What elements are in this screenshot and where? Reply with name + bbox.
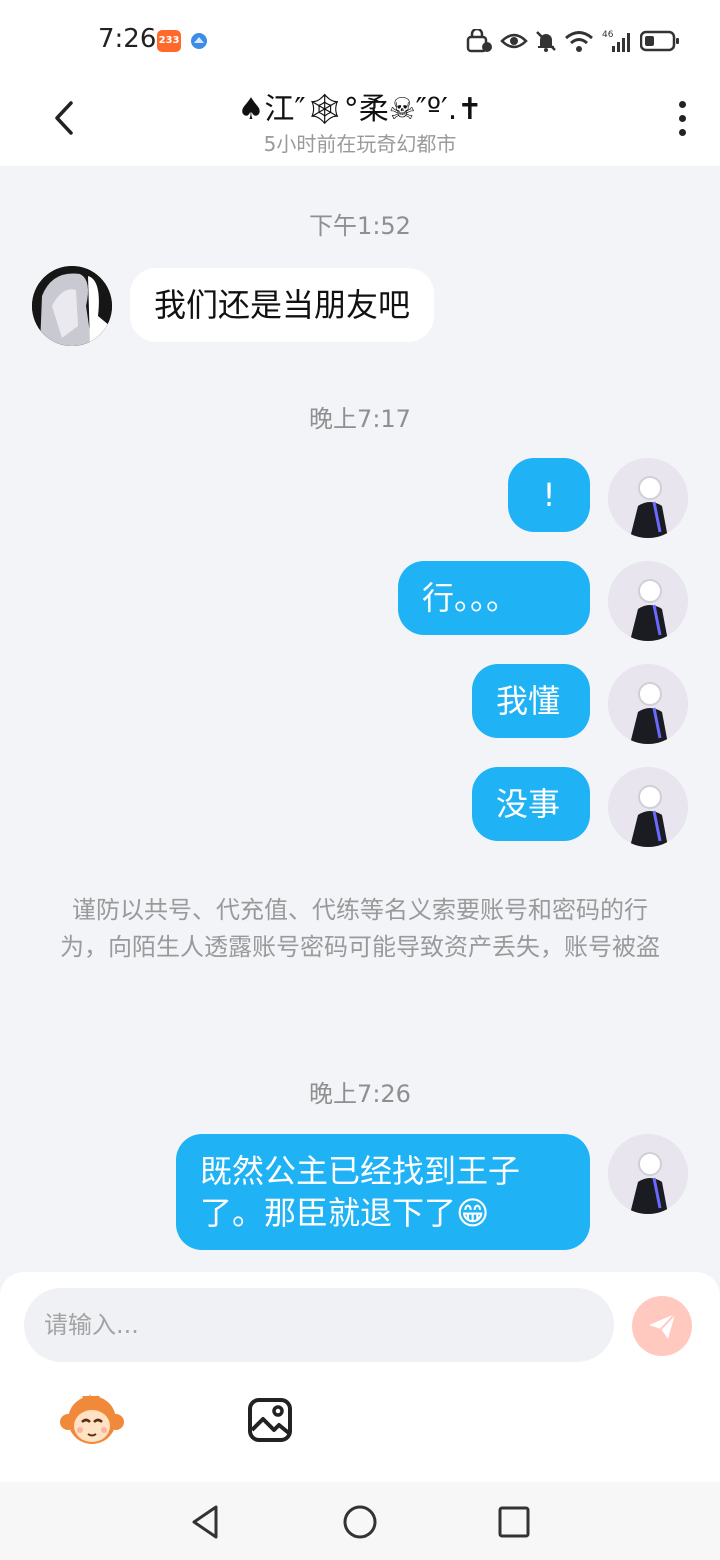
incoming-message[interactable]: 我们还是当朋友吧 [130,268,435,342]
outgoing-message[interactable]: 行。。。 [398,561,590,635]
image-button[interactable] [246,1396,294,1444]
browser-app-icon [191,33,207,49]
paper-plane-icon [649,1313,676,1339]
message-input[interactable] [24,1288,614,1362]
status-time: 7:26 [98,24,157,54]
emoji-button[interactable] [60,1392,124,1448]
my-avatar-image [608,767,688,847]
timestamp: 晚上7:26 [309,1080,411,1108]
status-icons: 46 [466,26,680,56]
svg-text:46: 46 [602,30,614,40]
lock-app-icon [466,29,492,53]
outgoing-message[interactable]: 我懂 [472,664,590,738]
outgoing-message[interactable]: 没事 [472,767,590,841]
square-recent-icon[interactable] [494,1502,534,1542]
my-avatar[interactable] [608,458,688,538]
image-icon [248,1398,292,1442]
chat-header: ♠江″🕸°柔☠″º′.✝ 5小时前在玩奇幻都市 [0,80,720,166]
wifi-icon [565,31,593,52]
my-avatar-image [608,458,688,538]
chat-messages[interactable]: 下午1:52 我们还是当朋友吧 晚上7:17 ! 行。。。 我懂 没事 谨防以共… [0,166,720,1272]
system-nav-bar [0,1482,720,1560]
timestamp: 下午1:52 [309,212,411,240]
my-avatar-image [608,1134,688,1214]
my-avatar[interactable] [608,664,688,744]
timestamp: 晚上7:17 [309,405,411,433]
eye-icon [500,33,528,49]
contact-avatar-image [32,266,112,346]
my-avatar[interactable] [608,561,688,641]
my-avatar[interactable] [608,1134,688,1214]
input-area [0,1272,720,1482]
contact-status: 5小时前在玩奇幻都市 [263,132,457,156]
circle-home-icon[interactable] [340,1502,380,1542]
security-notice: 谨防以共号、代充值、代练等名义索要账号和密码的行为，向陌生人透露账号密码可能导致… [60,896,660,961]
status-bar: 7:26 233 46 [0,0,720,80]
contact-name: ♠江″🕸°柔☠″º′.✝ [237,92,483,127]
outgoing-message[interactable]: ! [508,458,590,532]
my-avatar-image [608,561,688,641]
bell-muted-icon [536,31,556,52]
signal-icon: 46 [602,30,630,52]
app-233-icon: 233 [157,30,181,52]
more-vertical-icon [678,100,686,108]
outgoing-message[interactable]: 既然公主已经找到王子了。那臣就退下了😁 [176,1134,590,1250]
contact-avatar[interactable] [32,266,112,346]
send-button[interactable] [632,1296,692,1356]
my-avatar-image [608,664,688,744]
battery-icon [640,30,679,52]
triangle-back-icon[interactable] [186,1502,226,1542]
more-options-button[interactable] [670,96,694,140]
monkey-emoji-icon [60,1394,124,1444]
my-avatar[interactable] [608,767,688,847]
